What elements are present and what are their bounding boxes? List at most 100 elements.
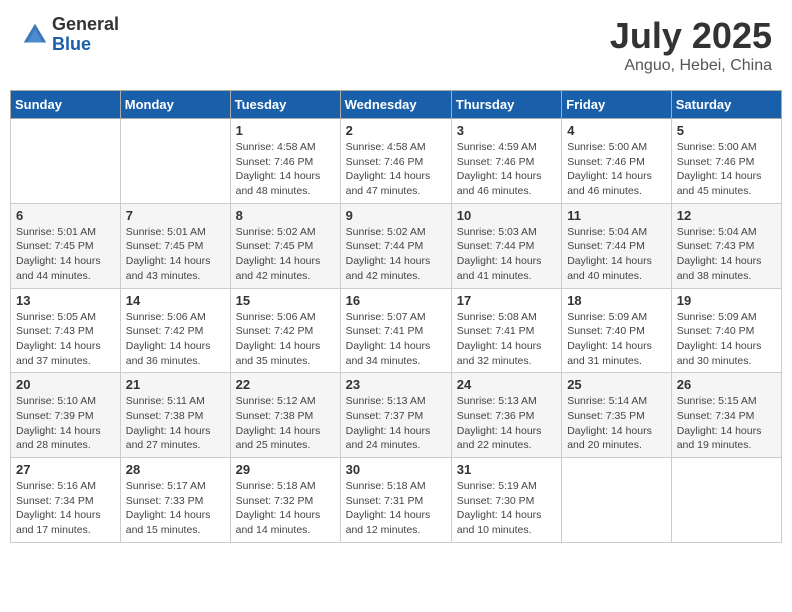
calendar-table: SundayMondayTuesdayWednesdayThursdayFrid… [10,90,782,543]
calendar-cell: 15 Sunrise: 5:06 AM Sunset: 7:42 PM Dayli… [230,288,340,373]
day-number: 4 [567,123,666,138]
calendar-cell: 25 Sunrise: 5:14 AM Sunset: 7:35 PM Dayli… [562,373,672,458]
weekday-header-wednesday: Wednesday [340,91,451,119]
logo-text: General Blue [52,15,119,55]
day-info: Sunrise: 5:11 AM Sunset: 7:38 PM Dayligh… [126,394,225,453]
day-info: Sunrise: 5:17 AM Sunset: 7:33 PM Dayligh… [126,479,225,538]
logo-general: General [52,15,119,35]
weekday-header-thursday: Thursday [451,91,561,119]
calendar-cell: 20Sunrise: 5:10 AM Sunset: 7:39 PM Dayli… [11,373,121,458]
day-info: Sunrise: 5:18 AM Sunset: 7:31 PM Dayligh… [346,479,446,538]
day-number: 15 [236,293,335,308]
day-info: Sunrise: 5:03 AM Sunset: 7:44 PM Dayligh… [457,225,556,284]
weekday-header-saturday: Saturday [671,91,781,119]
day-info: Sunrise: 5:01 AM Sunset: 7:45 PM Dayligh… [16,225,115,284]
calendar-cell: 3 Sunrise: 4:59 AM Sunset: 7:46 PM Daylig… [451,119,561,204]
logo-icon [20,20,50,50]
day-number: 9 [346,208,446,223]
day-info: Sunrise: 4:58 AM Sunset: 7:46 PM Dayligh… [346,140,446,199]
day-info: Sunrise: 5:18 AM Sunset: 7:32 PM Dayligh… [236,479,335,538]
calendar-cell: 28 Sunrise: 5:17 AM Sunset: 7:33 PM Dayli… [120,458,230,543]
logo-blue: Blue [52,35,119,55]
day-info: Sunrise: 5:06 AM Sunset: 7:42 PM Dayligh… [236,310,335,369]
calendar-cell: 9Sunrise: 5:02 AM Sunset: 7:44 PM Daylig… [340,203,451,288]
day-number: 23 [346,377,446,392]
day-number: 17 [457,293,556,308]
calendar-cell: 10 Sunrise: 5:03 AM Sunset: 7:44 PM Dayli… [451,203,561,288]
week-row-1: 1 Sunrise: 4:58 AM Sunset: 7:46 PM Daylig… [11,119,782,204]
day-number: 30 [346,462,446,477]
day-info: Sunrise: 5:10 AM Sunset: 7:39 PM Dayligh… [16,394,115,453]
day-info: Sunrise: 5:08 AM Sunset: 7:41 PM Dayligh… [457,310,556,369]
calendar-cell: 23 Sunrise: 5:13 AM Sunset: 7:37 PM Dayli… [340,373,451,458]
day-info: Sunrise: 4:59 AM Sunset: 7:46 PM Dayligh… [457,140,556,199]
calendar-cell: 4 Sunrise: 5:00 AM Sunset: 7:46 PM Daylig… [562,119,672,204]
day-info: Sunrise: 5:16 AM Sunset: 7:34 PM Dayligh… [16,479,115,538]
day-info: Sunrise: 5:01 AM Sunset: 7:45 PM Dayligh… [126,225,225,284]
day-info: Sunrise: 5:14 AM Sunset: 7:35 PM Dayligh… [567,394,666,453]
calendar-cell: 12 Sunrise: 5:04 AM Sunset: 7:43 PM Dayli… [671,203,781,288]
day-info: Sunrise: 5:09 AM Sunset: 7:40 PM Dayligh… [677,310,776,369]
day-number: 21 [126,377,225,392]
calendar-cell: 13 Sunrise: 5:05 AM Sunset: 7:43 PM Dayli… [11,288,121,373]
day-info: Sunrise: 5:13 AM Sunset: 7:37 PM Dayligh… [346,394,446,453]
calendar-cell: 18 Sunrise: 5:09 AM Sunset: 7:40 PM Dayli… [562,288,672,373]
day-number: 8 [236,208,335,223]
weekday-header-row: SundayMondayTuesdayWednesdayThursdayFrid… [11,91,782,119]
day-number: 13 [16,293,115,308]
title-block: July 2025 Anguo, Hebei, China [610,15,772,75]
day-number: 28 [126,462,225,477]
calendar-cell: 14Sunrise: 5:06 AM Sunset: 7:42 PM Dayli… [120,288,230,373]
day-info: Sunrise: 5:09 AM Sunset: 7:40 PM Dayligh… [567,310,666,369]
day-info: Sunrise: 5:00 AM Sunset: 7:46 PM Dayligh… [677,140,776,199]
month-title: July 2025 [610,15,772,57]
day-info: Sunrise: 5:00 AM Sunset: 7:46 PM Dayligh… [567,140,666,199]
calendar-cell: 19Sunrise: 5:09 AM Sunset: 7:40 PM Dayli… [671,288,781,373]
day-number: 11 [567,208,666,223]
day-number: 7 [126,208,225,223]
calendar-cell [120,119,230,204]
calendar-cell [671,458,781,543]
weekday-header-monday: Monday [120,91,230,119]
calendar-cell: 31 Sunrise: 5:19 AM Sunset: 7:30 PM Dayli… [451,458,561,543]
calendar-cell: 29 Sunrise: 5:18 AM Sunset: 7:32 PM Dayli… [230,458,340,543]
day-number: 26 [677,377,776,392]
calendar-cell: 11 Sunrise: 5:04 AM Sunset: 7:44 PM Dayli… [562,203,672,288]
logo: General Blue [20,15,119,55]
day-number: 16 [346,293,446,308]
week-row-5: 27 Sunrise: 5:16 AM Sunset: 7:34 PM Dayli… [11,458,782,543]
day-info: Sunrise: 5:05 AM Sunset: 7:43 PM Dayligh… [16,310,115,369]
day-number: 27 [16,462,115,477]
day-number: 14 [126,293,225,308]
calendar-cell: 24 Sunrise: 5:13 AM Sunset: 7:36 PM Dayli… [451,373,561,458]
day-info: Sunrise: 5:04 AM Sunset: 7:43 PM Dayligh… [677,225,776,284]
weekday-header-friday: Friday [562,91,672,119]
calendar-cell: 1Sunrise: 4:58 AM Sunset: 7:46 PM Daylig… [230,119,340,204]
day-number: 18 [567,293,666,308]
day-number: 1 [236,123,335,138]
week-row-2: 6Sunrise: 5:01 AM Sunset: 7:45 PM Daylig… [11,203,782,288]
day-info: Sunrise: 5:19 AM Sunset: 7:30 PM Dayligh… [457,479,556,538]
day-number: 25 [567,377,666,392]
day-number: 29 [236,462,335,477]
calendar-cell [11,119,121,204]
day-number: 24 [457,377,556,392]
day-number: 3 [457,123,556,138]
day-number: 2 [346,123,446,138]
day-info: Sunrise: 5:04 AM Sunset: 7:44 PM Dayligh… [567,225,666,284]
day-number: 5 [677,123,776,138]
calendar-cell: 22Sunrise: 5:12 AM Sunset: 7:38 PM Dayli… [230,373,340,458]
day-info: Sunrise: 5:15 AM Sunset: 7:34 PM Dayligh… [677,394,776,453]
day-info: Sunrise: 5:13 AM Sunset: 7:36 PM Dayligh… [457,394,556,453]
day-number: 31 [457,462,556,477]
calendar-cell: 17 Sunrise: 5:08 AM Sunset: 7:41 PM Dayli… [451,288,561,373]
day-number: 12 [677,208,776,223]
day-info: Sunrise: 5:12 AM Sunset: 7:38 PM Dayligh… [236,394,335,453]
day-number: 10 [457,208,556,223]
week-row-4: 20Sunrise: 5:10 AM Sunset: 7:39 PM Dayli… [11,373,782,458]
week-row-3: 13 Sunrise: 5:05 AM Sunset: 7:43 PM Dayli… [11,288,782,373]
calendar-cell: 27 Sunrise: 5:16 AM Sunset: 7:34 PM Dayli… [11,458,121,543]
calendar-cell [562,458,672,543]
calendar-cell: 6Sunrise: 5:01 AM Sunset: 7:45 PM Daylig… [11,203,121,288]
page-header: General Blue July 2025 Anguo, Hebei, Chi… [10,10,782,80]
